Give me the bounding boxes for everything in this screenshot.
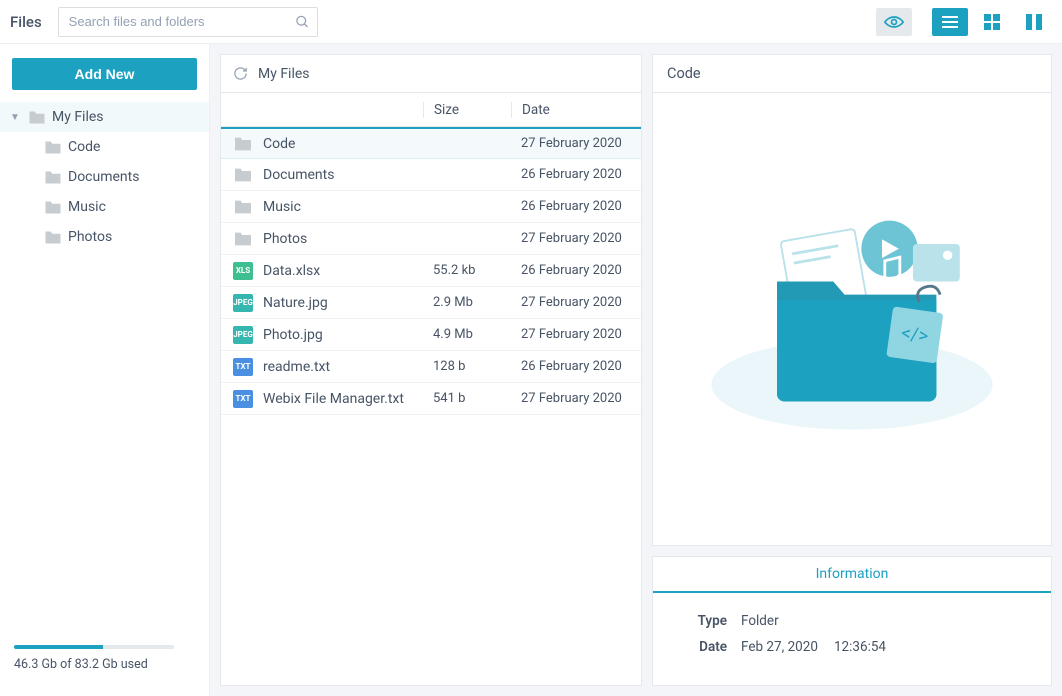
detail-panel: Code [652, 54, 1052, 546]
add-new-button[interactable]: Add New [12, 58, 197, 90]
tree-root-label: My Files [52, 109, 104, 125]
tree-item[interactable]: Code [0, 132, 209, 162]
view-buttons [876, 8, 1052, 36]
file-name: Documents [263, 167, 334, 183]
file-date: 27 February 2020 [511, 391, 641, 406]
file-name: Nature.jpg [263, 295, 328, 311]
search-input[interactable] [58, 7, 318, 37]
table-body: Code 27 February 2020 Documents 26 February… [221, 127, 641, 685]
storage-text: 46.3 Gb of 83.2 Gb used [14, 657, 195, 672]
tree-item-label: Photos [68, 229, 112, 245]
folder-icon [233, 199, 253, 215]
folder-illustration-icon: </> [702, 194, 1002, 444]
svg-text:</>: </> [900, 322, 930, 348]
tree-item-label: Documents [68, 169, 139, 185]
col-date[interactable]: Date [511, 102, 641, 118]
filelist-header: My Files [221, 55, 641, 93]
table-row[interactable]: Code 27 February 2020 [221, 127, 641, 159]
sidebar: Add New ▼ My Files Code Documents Music Pho… [0, 44, 210, 696]
storage-meter: 46.3 Gb of 83.2 Gb used [0, 637, 209, 686]
chevron-down-icon[interactable]: ▼ [10, 112, 22, 123]
folder-icon [233, 231, 253, 247]
storage-fill [14, 645, 103, 649]
file-size: 4.9 Mb [423, 327, 511, 342]
table-row[interactable]: Music 26 February 2020 [221, 191, 641, 223]
info-date-label: Date [677, 639, 727, 655]
jpeg-file-icon: JPEG [233, 294, 253, 312]
file-date: 27 February 2020 [511, 136, 641, 151]
file-name: Photo.jpg [263, 327, 323, 343]
tree-item[interactable]: Photos [0, 222, 209, 252]
file-name: Code [263, 136, 295, 152]
file-name: readme.txt [263, 359, 330, 375]
detail-illustration: </> [653, 93, 1051, 545]
file-name: Data.xlsx [263, 263, 320, 279]
txt-file-icon: TXT [233, 358, 253, 376]
table-row[interactable]: Documents 26 February 2020 [221, 159, 641, 191]
list-view-button[interactable] [932, 8, 968, 36]
table-row[interactable]: Photos 27 February 2020 [221, 223, 641, 255]
folder-tree: ▼ My Files Code Documents Music Photos [0, 102, 209, 637]
tree-item-label: Music [68, 199, 106, 215]
file-size: 55.2 kb [423, 263, 511, 278]
file-size: 541 b [423, 391, 511, 406]
tree-item[interactable]: Documents [0, 162, 209, 192]
search-icon[interactable] [295, 14, 310, 29]
file-date: 26 February 2020 [511, 167, 641, 182]
info-time-value: 12:36:54 [834, 639, 886, 655]
file-date: 26 February 2020 [511, 199, 641, 214]
tree-item-label: Code [68, 139, 100, 155]
app-title: Files [10, 13, 48, 31]
file-size: 2.9 Mb [423, 295, 511, 310]
table-row[interactable]: JPEG Photo.jpg 4.9 Mb27 February 2020 [221, 319, 641, 351]
table-header: Size Date [221, 93, 641, 127]
file-name: Photos [263, 231, 307, 247]
topbar: Files [0, 0, 1062, 44]
info-type-value: Folder [741, 613, 779, 629]
folder-icon [44, 140, 62, 155]
info-panel: Information Type Folder Date Feb 27, 202… [652, 556, 1052, 686]
tree-root[interactable]: ▼ My Files [0, 102, 209, 132]
xls-file-icon: XLS [233, 262, 253, 280]
file-date: 27 February 2020 [511, 295, 641, 310]
file-date: 27 February 2020 [511, 231, 641, 246]
breadcrumb[interactable]: My Files [258, 66, 310, 82]
col-size[interactable]: Size [423, 102, 511, 118]
folder-icon [44, 230, 62, 245]
info-type-label: Type [677, 613, 727, 629]
refresh-icon[interactable] [233, 66, 248, 81]
search-wrap [58, 7, 318, 37]
detail-title: Code [653, 55, 1051, 93]
folder-icon [233, 136, 253, 152]
info-date-value: Feb 27, 2020 [741, 639, 818, 655]
grid-view-button[interactable] [974, 8, 1010, 36]
jpeg-file-icon: JPEG [233, 326, 253, 344]
storage-bar [14, 645, 174, 649]
file-name: Music [263, 199, 301, 215]
file-size: 128 b [423, 359, 511, 374]
table-row[interactable]: TXT Webix File Manager.txt 541 b27 Februar… [221, 383, 641, 415]
folder-icon [233, 167, 253, 183]
file-date: 27 February 2020 [511, 327, 641, 342]
file-date: 26 February 2020 [511, 359, 641, 374]
filelist-panel: My Files Size Date Code 27 February 2020 D… [220, 54, 642, 686]
table-row[interactable]: TXT readme.txt 128 b26 February 2020 [221, 351, 641, 383]
table-row[interactable]: JPEG Nature.jpg 2.9 Mb27 February 2020 [221, 287, 641, 319]
info-tab[interactable]: Information [653, 557, 1051, 593]
file-date: 26 February 2020 [511, 263, 641, 278]
table-row[interactable]: XLS Data.xlsx 55.2 kb26 February 2020 [221, 255, 641, 287]
tree-item[interactable]: Music [0, 192, 209, 222]
folder-icon [28, 110, 46, 125]
split-view-button[interactable] [1016, 8, 1052, 36]
folder-icon [44, 170, 62, 185]
preview-toggle-button[interactable] [876, 8, 912, 36]
txt-file-icon: TXT [233, 390, 253, 408]
file-name: Webix File Manager.txt [263, 391, 404, 407]
folder-icon [44, 200, 62, 215]
